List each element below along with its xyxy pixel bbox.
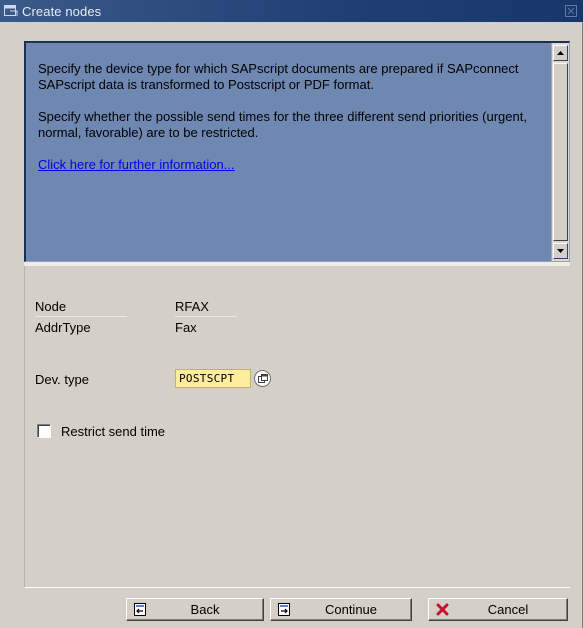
addrtype-label: AddrType (35, 320, 91, 335)
back-button[interactable]: Back (126, 598, 264, 621)
create-nodes-dialog: Create nodes Specify the device type for… (0, 0, 583, 628)
back-label: Back (190, 602, 220, 617)
window-title: Create nodes (22, 3, 102, 19)
info-paragraph-devtype: Specify the device type for which SAPscr… (38, 61, 519, 92)
title-bar[interactable]: Create nodes (0, 0, 583, 22)
info-panel: Specify the device type for which SAPscr… (24, 41, 570, 262)
info-scrollbar[interactable] (551, 43, 569, 261)
node-label: Node (35, 299, 127, 317)
scroll-thumb[interactable] (553, 63, 568, 241)
addrtype-value: Fax (175, 320, 197, 335)
node-form: Node RFAX AddrType Fax Dev. type POSTSCP… (24, 266, 570, 588)
devtype-input[interactable]: POSTSCPT (175, 369, 251, 388)
close-icon[interactable] (565, 5, 577, 17)
cancel-label: Cancel (487, 602, 529, 617)
scroll-down-arrow-icon[interactable] (553, 243, 568, 259)
devtype-label: Dev. type (35, 372, 89, 387)
continue-button[interactable]: Continue (270, 598, 412, 621)
info-paragraph-sendtime: Specify whether the possible send times … (38, 109, 527, 140)
node-value: RFAX (175, 299, 237, 317)
scroll-track[interactable] (553, 63, 568, 241)
button-bar: Back Continue Cancel (0, 592, 583, 628)
value-help-icon[interactable] (254, 370, 271, 387)
info-text: Specify the device type for which SAPscr… (38, 61, 538, 173)
restrict-send-time-label: Restrict send time (61, 424, 166, 439)
restrict-send-time-checkbox[interactable] (37, 424, 51, 438)
scroll-up-arrow-icon[interactable] (553, 45, 568, 61)
further-info-link[interactable]: Click here for further information... (38, 157, 235, 173)
window-icon (4, 5, 18, 17)
cancel-button[interactable]: Cancel (428, 598, 568, 621)
continue-label: Continue (324, 602, 378, 617)
